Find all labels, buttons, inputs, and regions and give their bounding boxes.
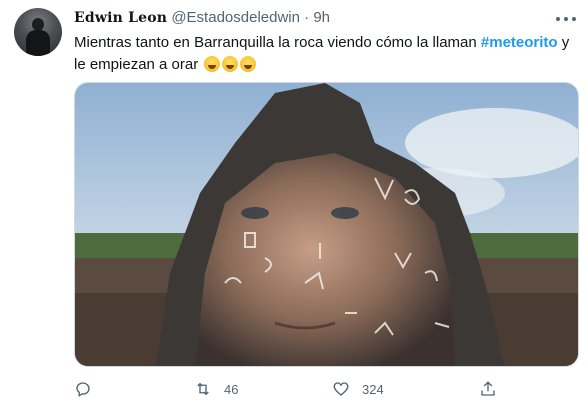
author-handle[interactable]: @Estadosdeledwin	[171, 9, 300, 26]
more-options-button[interactable]	[554, 12, 578, 26]
share-icon	[481, 381, 495, 396]
more-dot-icon	[564, 17, 568, 21]
more-dot-icon	[572, 17, 576, 21]
tweet-media-photo[interactable]	[74, 82, 579, 367]
separator-dot: ·	[304, 9, 310, 26]
author-name[interactable]: Edwin Leon	[74, 10, 167, 26]
tweet-actions: 46 324	[74, 378, 514, 400]
rock-face-photo	[75, 83, 578, 366]
reply-icon	[76, 382, 90, 398]
retweet-icon	[197, 382, 209, 396]
laughing-emoji-icon	[240, 56, 257, 72]
more-dot-icon	[556, 17, 560, 21]
laughing-emoji-icon	[204, 56, 221, 72]
laughing-emoji-icon	[222, 56, 239, 72]
hashtag-link[interactable]: #meteorito	[481, 34, 558, 51]
like-button[interactable]: 324	[332, 378, 384, 400]
tweet-text: Mientras tanto en Barranquilla la roca v…	[74, 32, 578, 76]
retweet-count: 46	[224, 381, 239, 397]
like-count: 324	[362, 381, 384, 397]
tweet-text-before: Mientras tanto en Barranquilla la roca v…	[74, 34, 481, 51]
heart-icon	[333, 382, 349, 396]
share-button[interactable]	[479, 378, 497, 400]
tweet-header: Edwin Leon @Estadosdeledwin · 9h	[74, 9, 330, 26]
avatar[interactable]	[14, 8, 62, 56]
tweet-timestamp[interactable]: 9h	[313, 9, 330, 26]
avatar-body	[26, 30, 50, 56]
reply-button[interactable]	[74, 378, 92, 400]
retweet-button[interactable]: 46	[194, 378, 238, 400]
